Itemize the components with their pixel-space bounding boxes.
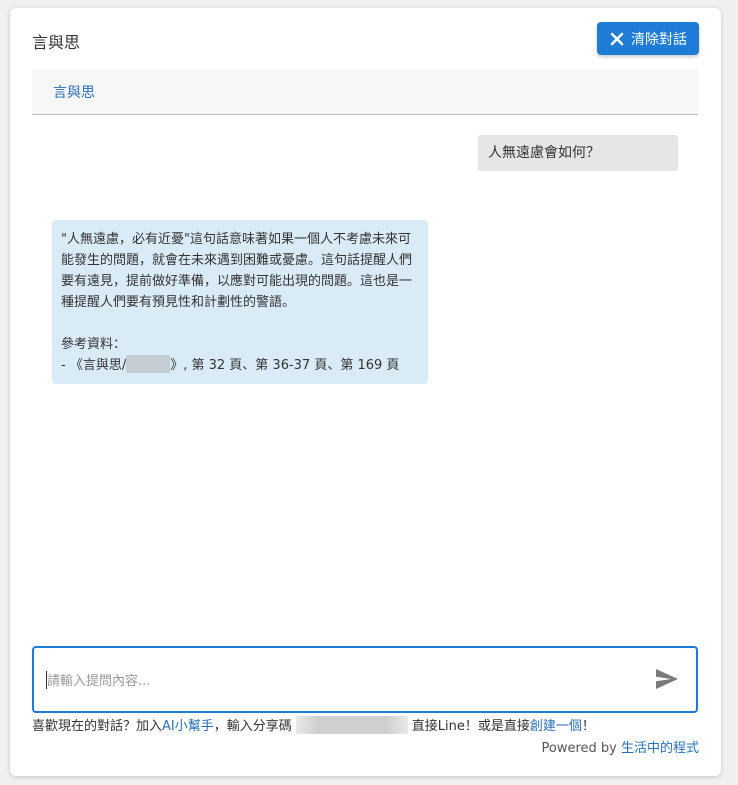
powered-by: Powered by 生活中的程式 <box>542 737 700 756</box>
powered-by-link[interactable]: 生活中的程式 <box>621 741 699 756</box>
footer-text-2: ，輸入分享碼 <box>213 719 292 734</box>
redacted-share-code <box>295 716 408 734</box>
clear-button-label: 清除對話 <box>631 31 687 48</box>
bot-answer-text: "人無遠慮，必有近憂"這句話意味著如果一個人不考慮未來可能發生的問題，就會在未來… <box>61 232 413 310</box>
references-label: 參考資料： <box>61 337 127 352</box>
clear-conversation-button[interactable]: 清除對話 <box>597 22 699 55</box>
chat-card: 言與思 清除對話 言與思 人無遠慮會如何？ "人無遠慮，必有近憂"這句話意味著如… <box>10 8 721 776</box>
close-icon <box>609 31 625 47</box>
share-footer: 喜歡現在的對話？加入AI小幫手，輸入分享碼 直接Line！或是直接創建一個！ <box>32 715 595 734</box>
user-message-bubble: 人無遠慮會如何？ <box>478 135 678 171</box>
footer-text-3: 直接Line！或是直接 <box>411 719 530 734</box>
redacted-block <box>126 355 171 373</box>
footer-text-1: 喜歡現在的對話？加入 <box>32 719 163 734</box>
user-message-text: 人無遠慮會如何？ <box>488 145 600 161</box>
tab-yan-yu-si[interactable]: 言與思 <box>53 82 95 102</box>
send-icon <box>655 669 679 694</box>
reference-line: - 《言與思/ 》, 第 32 頁、第 36-37 頁、第 169 頁 <box>61 355 419 376</box>
footer-text-4: ！ <box>581 719 595 734</box>
page-title: 言與思 <box>32 33 81 52</box>
reference-prefix: - 《言與思/ <box>61 358 127 373</box>
create-link[interactable]: 創建一個 <box>530 719 582 734</box>
question-input[interactable] <box>45 668 639 694</box>
ai-helper-link[interactable]: AI小幫手 <box>162 719 214 734</box>
powered-by-text: Powered by <box>541 741 621 756</box>
send-button[interactable] <box>655 668 681 692</box>
question-input-box[interactable] <box>32 646 698 713</box>
bot-message-bubble: "人無遠慮，必有近憂"這句話意味著如果一個人不考慮未來可能發生的問題，就會在未來… <box>52 220 428 384</box>
reference-suffix: 》, 第 32 頁、第 36-37 頁、第 169 頁 <box>170 358 400 373</box>
tab-bar: 言與思 <box>32 69 698 115</box>
